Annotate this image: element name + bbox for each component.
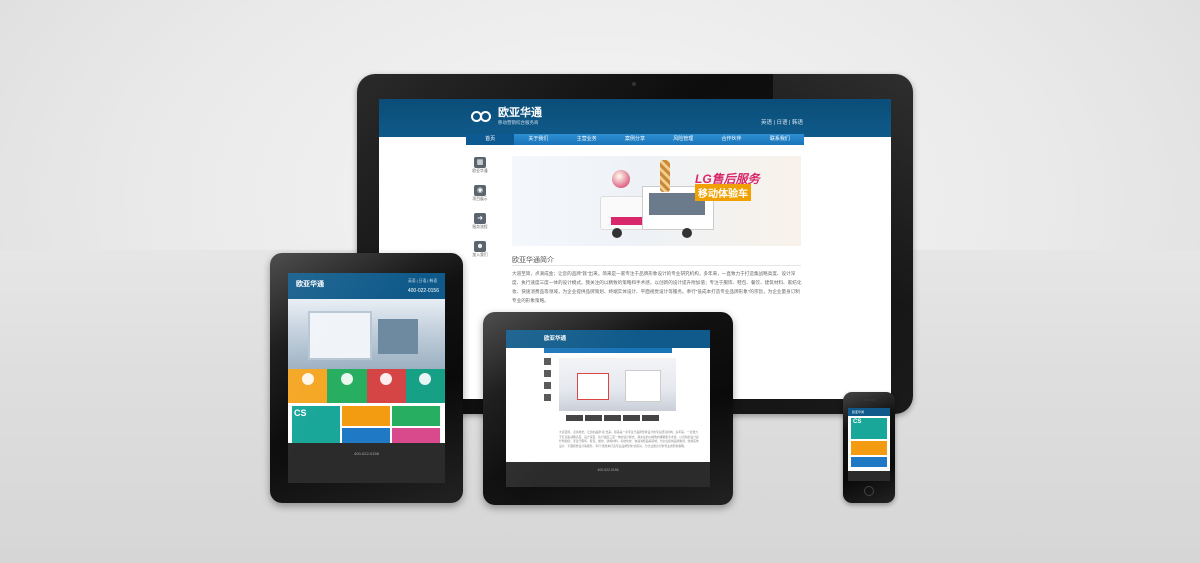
disc-icon: ◉ (474, 185, 486, 196)
side-item-process[interactable]: ➜ 服务流程 (466, 213, 494, 239)
phone-cs-tile[interactable]: CS (851, 418, 887, 439)
smartphone: 欧亚华通 CS (843, 392, 895, 503)
phone-website-screen: 欧亚华通 CS (848, 408, 890, 481)
nav-item-about[interactable]: 关于我们 (514, 134, 562, 145)
lg-logo-icon (612, 170, 630, 188)
side-item-label: 服务流程 (472, 225, 488, 229)
site-header: 欧亚华通 移动营销综合服务商 英语 | 日语 | 韩语 (379, 99, 891, 137)
home-button-icon[interactable] (864, 486, 874, 496)
building-icon: ▦ (474, 157, 486, 168)
portrait-tablet: 欧亚华通 英语 | 日语 | 韩语 400-022-0156 CS 400-02… (270, 253, 463, 503)
main-nav: 首页 关于我们 主营业务 案例分享 风险管理 合作伙伴 联系我们 (466, 134, 804, 145)
divider (512, 265, 801, 266)
side-menu: ▦ 欧亚华通 ◉ 项目展示 ➜ 服务流程 ☻ 加入我们 (466, 155, 494, 269)
tablet-gloss (483, 312, 733, 505)
side-item-company[interactable]: ▦ 欧亚华通 (466, 157, 494, 183)
nav-item-partners[interactable]: 合作伙伴 (707, 134, 755, 145)
wheel-icon (612, 228, 622, 238)
phone-service-tile[interactable] (851, 457, 887, 467)
giraffe-image (660, 160, 670, 192)
nav-item-risk[interactable]: 风险管理 (659, 134, 707, 145)
infinity-logo-icon (471, 110, 493, 124)
side-item-label: 欧亚华通 (472, 169, 488, 173)
logo-subtitle: 移动营销综合服务商 (498, 120, 539, 125)
nav-item-business[interactable]: 主营业务 (563, 134, 611, 145)
about-paragraph: 大道至简，点滴成金；让您的品牌“就”出来。简来是一家专注于品牌形象设计的专业研究… (512, 271, 802, 303)
about-heading: 欧亚华通简介 (512, 257, 554, 264)
nav-item-cases[interactable]: 案例分享 (611, 134, 659, 145)
camera-icon (632, 82, 636, 86)
side-item-join[interactable]: ☻ 加入我们 (466, 241, 494, 267)
side-item-label: 项目展示 (472, 197, 488, 201)
tablet-gloss (270, 253, 463, 503)
landscape-tablet: 欧亚华通 大道至简，点滴成金；让您的品牌“就”出来。简来是一家专注于品牌形象设计… (483, 312, 733, 505)
banner-subtitle: 移动体验车 (695, 184, 751, 201)
arrow-right-icon: ➜ (474, 213, 486, 224)
language-switcher[interactable]: 英语 | 日语 | 韩语 (761, 118, 803, 126)
wheel-icon (682, 228, 692, 238)
site-logo[interactable]: 欧亚华通 移动营销综合服务商 (471, 108, 542, 126)
cs-label: CS (853, 419, 862, 425)
nav-item-contact[interactable]: 联系我们 (756, 134, 804, 145)
side-item-label: 加入我们 (472, 253, 488, 257)
side-item-projects[interactable]: ◉ 项目展示 (466, 185, 494, 211)
hero-banner[interactable]: LG售后服务 移动体验车 (512, 156, 801, 246)
person-icon: ☻ (474, 241, 486, 252)
phone-header[interactable]: 欧亚华通 (848, 408, 890, 416)
phone-footer (848, 471, 890, 481)
logo-title: 欧亚华通 (498, 107, 542, 119)
phone-service-tile[interactable] (851, 441, 887, 455)
nav-item-home[interactable]: 首页 (466, 134, 515, 145)
speaker-icon (863, 399, 875, 401)
